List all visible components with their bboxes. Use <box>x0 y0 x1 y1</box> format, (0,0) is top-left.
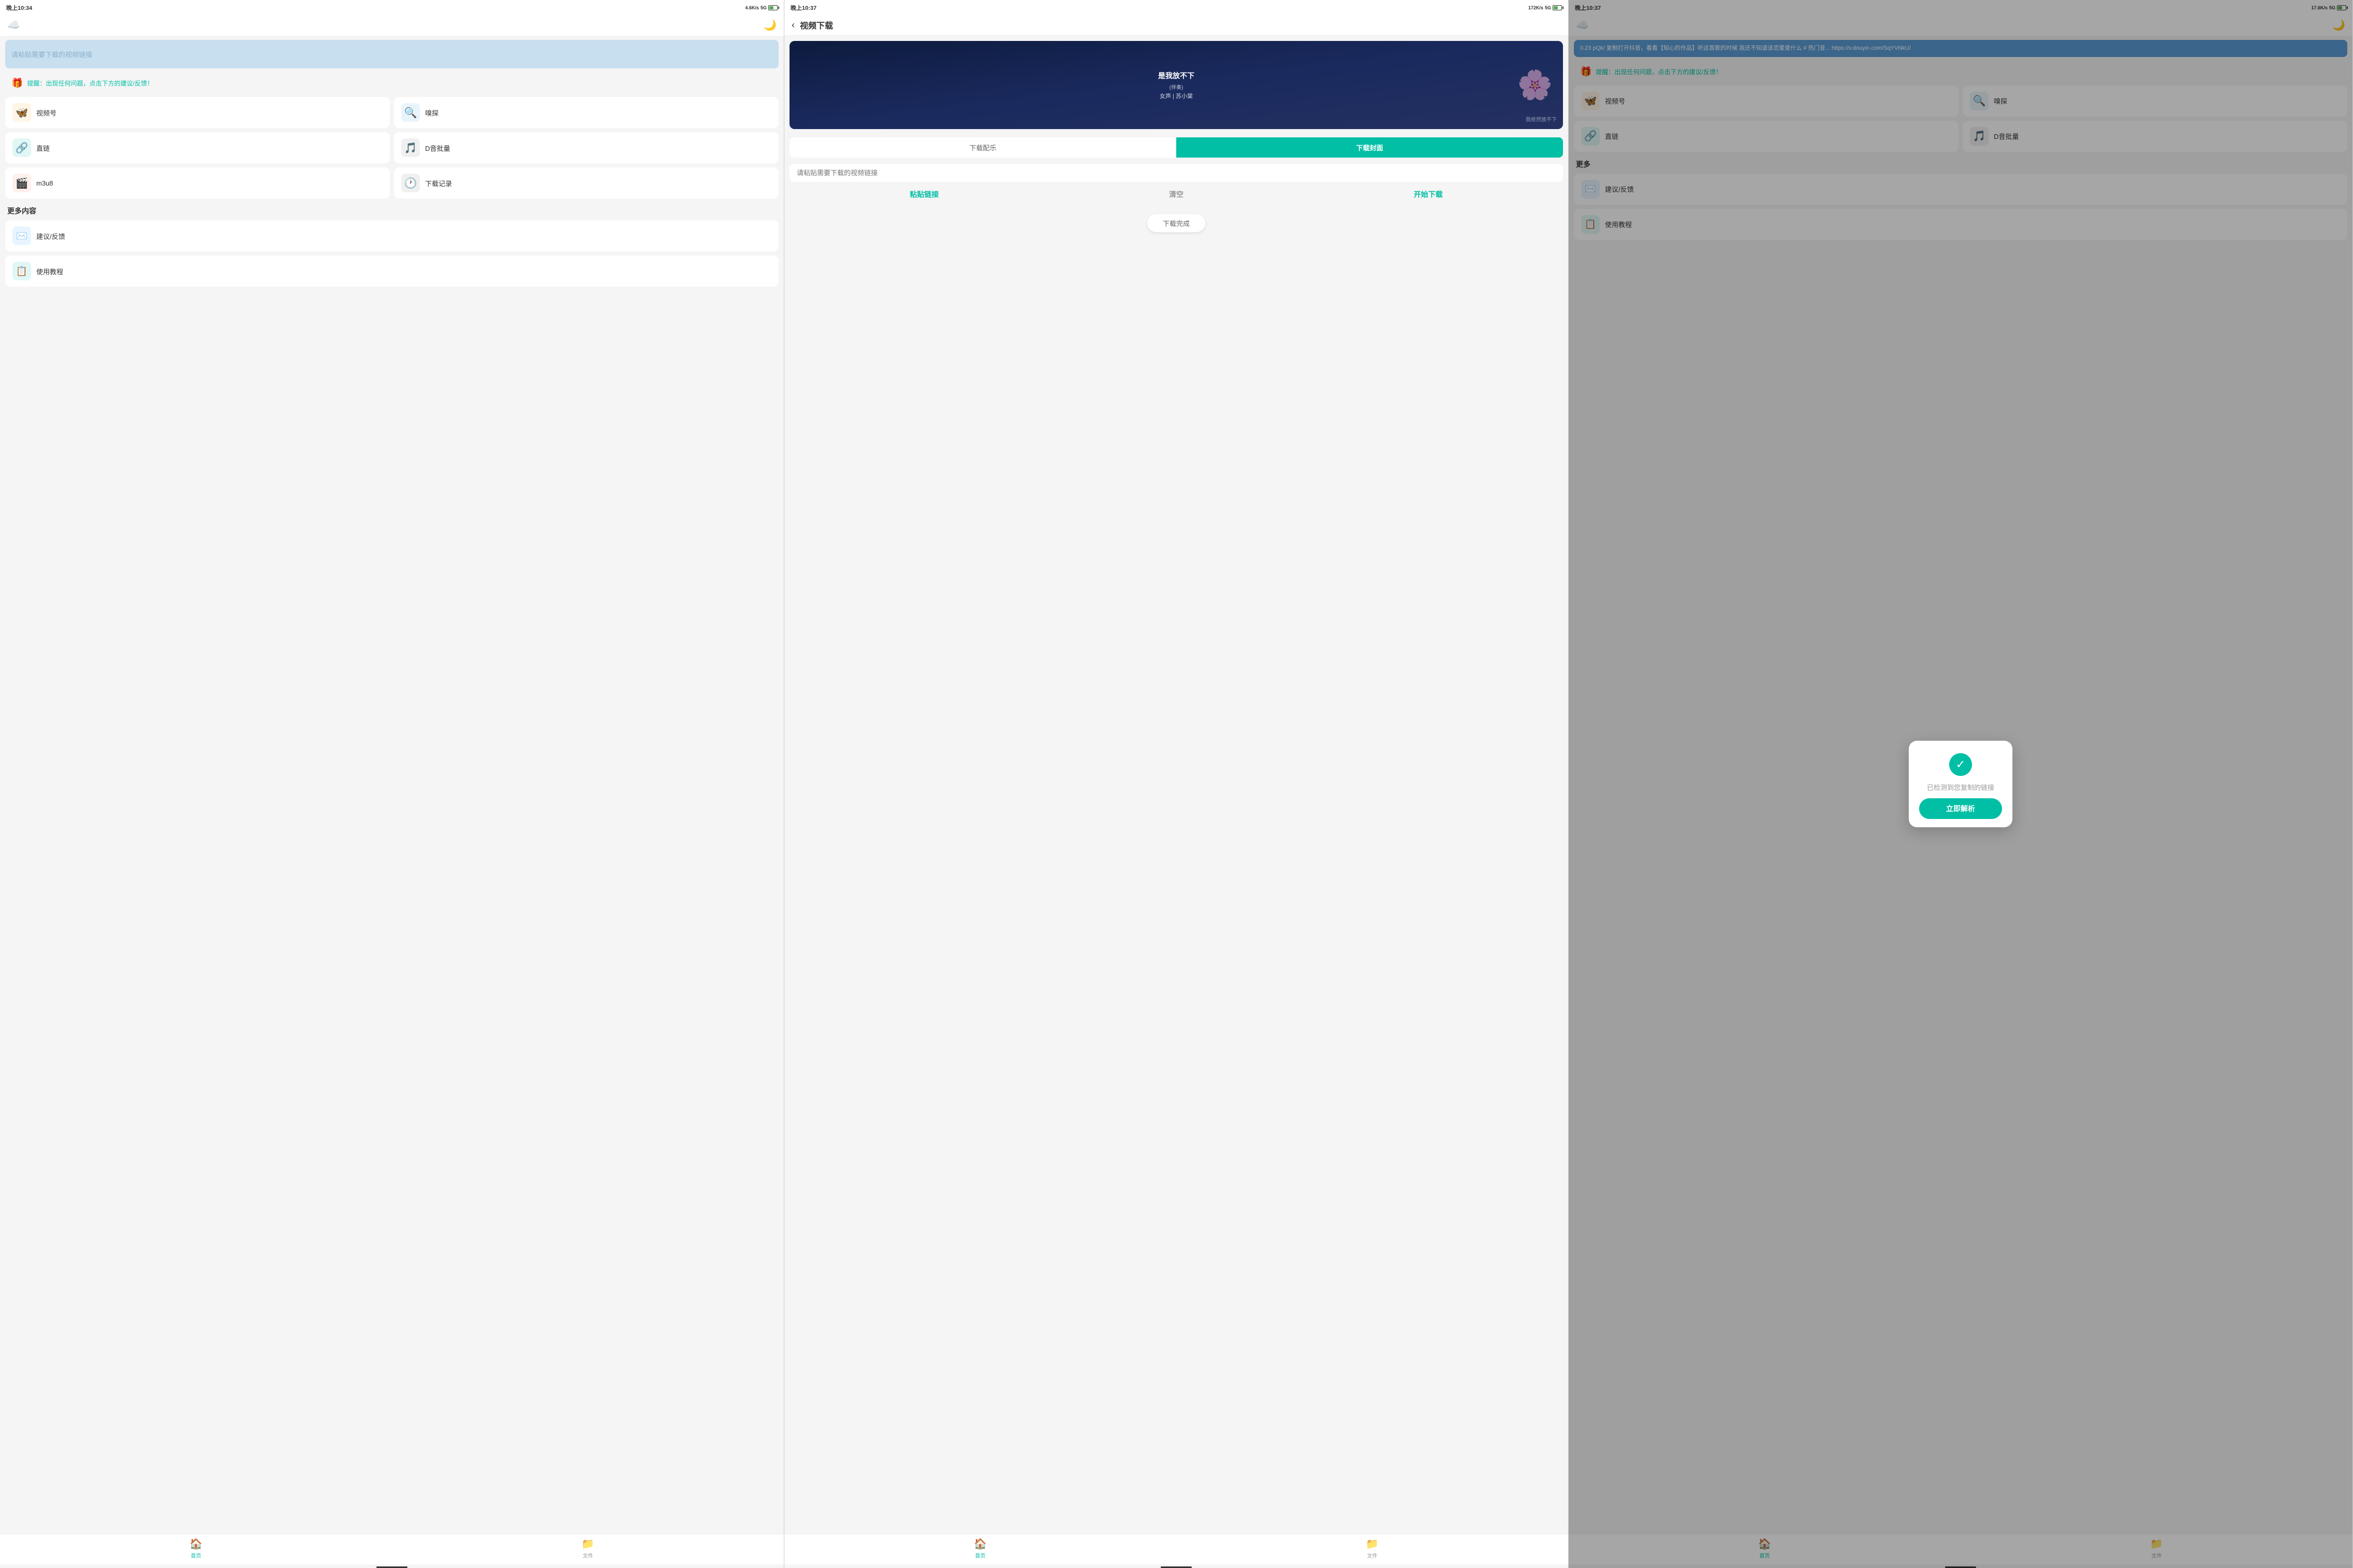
more-title-1: 更多内容 <box>0 202 784 218</box>
grid-label-sousuo: 嗅探 <box>425 108 439 118</box>
grid-label-history: 下载记录 <box>425 178 452 188</box>
grid-item-history[interactable]: 🕐 下载记录 <box>394 167 779 199</box>
video-info: 是我放不下 (伴奏) 女声 | 苏小棠 <box>790 41 1563 129</box>
grid-label-weixin: 视频号 <box>36 108 57 118</box>
bottom-nav-2: 🏠 首页 📁 文件 <box>784 1534 1568 1564</box>
status-bar-1: 晚上10:34 4.6K/s 5G <box>0 0 784 15</box>
bottom-nav-1: 🏠 首页 📁 文件 <box>0 1534 784 1564</box>
nav-file-2[interactable]: 📁 文件 <box>1176 1537 1568 1559</box>
nav-home-label-2: 首页 <box>975 1551 985 1559</box>
grid-item-weixin[interactable]: 🦋 视频号 <box>5 97 390 128</box>
zhilian-icon: 🔗 <box>12 138 31 157</box>
download-complete-area: 下载完成 <box>790 214 1563 232</box>
nav-file-1[interactable]: 📁 文件 <box>392 1537 784 1559</box>
grid-item-music[interactable]: 🎵 D音批量 <box>394 132 779 163</box>
status-bar-2: 晚上10:37 172K/s 5G <box>784 0 1568 15</box>
url-input-area-1[interactable]: 请粘贴需要下载的视频链接 <box>5 40 779 68</box>
url-placeholder-1: 请粘贴需要下载的视频链接 <box>11 49 92 59</box>
signal-2: 5G <box>1545 5 1551 10</box>
video-watermark: 我依然放不下 <box>1526 115 1557 123</box>
list-item-tutorial-1[interactable]: 📋 使用教程 <box>5 256 779 287</box>
nav-home-1[interactable]: 🏠 首页 <box>0 1537 392 1559</box>
tutorial-icon-1: 📋 <box>12 262 31 280</box>
signal-1: 5G <box>760 5 767 10</box>
speed-2: 172K/s <box>1528 5 1543 10</box>
grid-item-m3u8[interactable]: 🎬 m3u8 <box>5 167 390 199</box>
home-icon-2: 🏠 <box>974 1537 987 1550</box>
dialog-parse-btn[interactable]: 立即解析 <box>1919 798 2002 819</box>
panel-2: 晚上10:37 172K/s 5G ‹ 视频下载 🌸 是我放不下 (伴奏) 女声… <box>784 0 1569 1568</box>
file-icon-1: 📁 <box>582 1537 595 1550</box>
dialog-message: 已检测到您复制的链接 <box>1927 782 1994 792</box>
speed-1: 4.6K/s <box>745 5 759 10</box>
m3u8-icon: 🎬 <box>12 174 31 192</box>
page-header-2: ‹ 视频下载 <box>784 15 1568 36</box>
nav-file-label-1: 文件 <box>583 1551 593 1559</box>
video-thumbnail: 🌸 是我放不下 (伴奏) 女声 | 苏小棠 我依然放不下 <box>790 41 1563 129</box>
complete-chip[interactable]: 下载完成 <box>1147 214 1205 232</box>
history-icon: 🕐 <box>401 174 420 192</box>
dialog-check-icon: ✓ <box>1949 753 1972 776</box>
tab-music[interactable]: 下载配乐 <box>790 137 1176 158</box>
panel-1: 晚上10:34 4.6K/s 5G ☁️ 🌙 请粘贴需要下载的视频链接 🎁 提醒… <box>0 0 784 1568</box>
top-bar-1: ☁️ 🌙 <box>0 15 784 36</box>
video-title: 是我放不下 <box>1158 70 1194 81</box>
file-icon-2: 📁 <box>1366 1537 1379 1550</box>
action-row-2: 粘贴链接 清空 开始下载 <box>790 185 1563 204</box>
grid-label-music: D音批量 <box>425 143 450 153</box>
paste-btn[interactable]: 粘贴链接 <box>910 189 939 200</box>
feedback-icon-1: ✉️ <box>12 227 31 245</box>
cloud-icon[interactable]: ☁️ <box>7 19 20 32</box>
grid-menu-1: 🦋 视频号 🔍 嗅探 🔗 直链 🎵 D音批量 🎬 m3u8 🕐 下载记录 <box>0 94 784 202</box>
grid-label-zhilian: 直链 <box>36 143 50 153</box>
clear-btn[interactable]: 清空 <box>1169 189 1183 200</box>
grid-item-sousuo[interactable]: 🔍 嗅探 <box>394 97 779 128</box>
grid-label-m3u8: m3u8 <box>36 179 53 187</box>
battery-1 <box>768 5 778 10</box>
video-singer: 女声 | 苏小棠 <box>1160 92 1193 100</box>
gift-icon-1: 🎁 <box>11 78 23 89</box>
page-title-2: 视频下载 <box>800 19 833 31</box>
notice-text-1[interactable]: 提醒：出现任何问题，点击下方的建议/反馈！ <box>27 79 153 88</box>
sousuo-icon: 🔍 <box>401 103 420 122</box>
notice-bar-1: 🎁 提醒：出现任何问题，点击下方的建议/反馈！ <box>5 75 779 92</box>
grid-item-zhilian[interactable]: 🔗 直链 <box>5 132 390 163</box>
dialog-box: ✓ 已检测到您复制的链接 立即解析 <box>1909 741 2012 827</box>
status-right-2: 172K/s 5G <box>1528 5 1562 10</box>
panel-3: 晚上10:37 17.6K/s 5G ☁️ 🌙 0.23 pQk/ 复制打开抖音… <box>1569 0 2353 1568</box>
nav-file-label-2: 文件 <box>1367 1551 1377 1559</box>
url-input-2[interactable] <box>790 164 1563 182</box>
music-icon: 🎵 <box>401 138 420 157</box>
back-button-2[interactable]: ‹ <box>792 20 795 31</box>
dialog-overlay: ✓ 已检测到您复制的链接 立即解析 <box>1569 0 2352 1568</box>
status-right-1: 4.6K/s 5G <box>745 5 778 10</box>
list-item-feedback-1[interactable]: ✉️ 建议/反馈 <box>5 220 779 251</box>
status-time-1: 晚上10:34 <box>6 4 32 12</box>
status-time-2: 晚上10:37 <box>791 4 816 12</box>
start-download-btn[interactable]: 开始下载 <box>1414 189 1443 200</box>
home-icon-1: 🏠 <box>190 1537 203 1550</box>
moon-icon[interactable]: 🌙 <box>764 19 777 32</box>
tab-cover[interactable]: 下载封面 <box>1176 137 1563 158</box>
feedback-label-1: 建议/反馈 <box>36 231 65 241</box>
weixin-icon: 🦋 <box>12 103 31 122</box>
tab-row-2: 下载配乐 下载封面 <box>790 137 1563 158</box>
nav-home-2[interactable]: 🏠 首页 <box>784 1537 1176 1559</box>
video-subtitle: (伴奏) <box>1170 83 1183 91</box>
tutorial-label-1: 使用教程 <box>36 266 63 276</box>
nav-home-label-1: 首页 <box>191 1551 201 1559</box>
